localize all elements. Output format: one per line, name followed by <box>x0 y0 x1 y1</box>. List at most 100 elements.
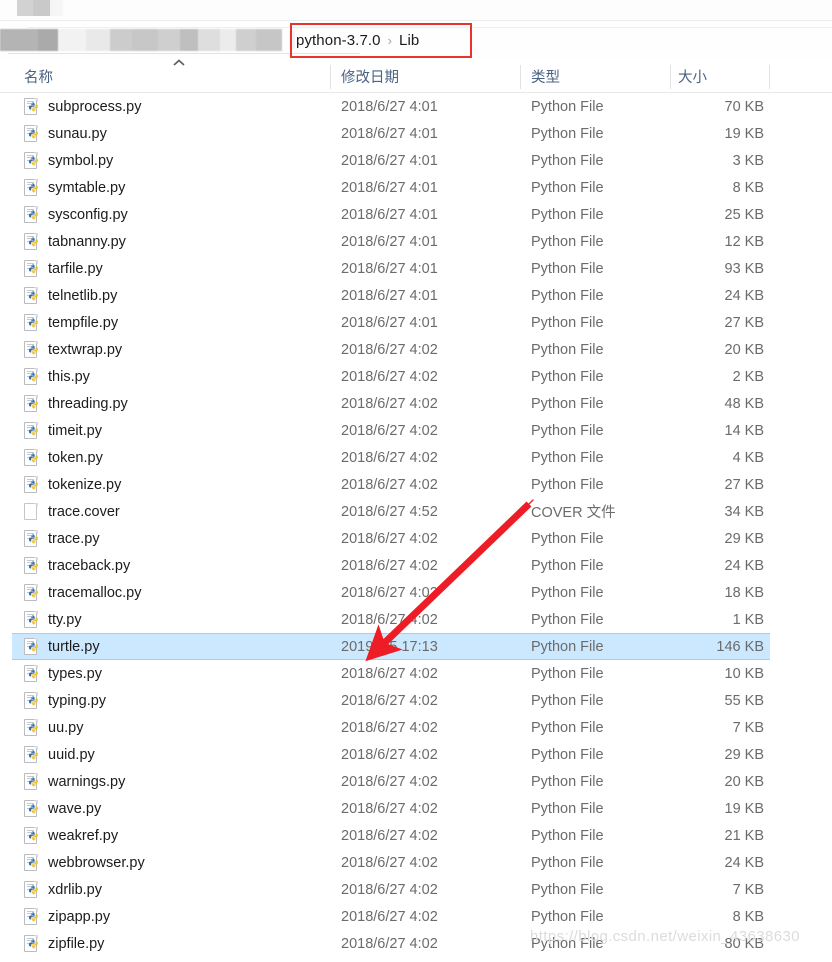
file-row[interactable]: timeit.py 2018/6/27 4:02 Python File 14 KB <box>0 417 832 444</box>
column-divider-3[interactable] <box>769 65 770 89</box>
file-name-cell[interactable]: turtle.py <box>24 633 100 660</box>
file-name-cell[interactable]: this.py <box>24 363 90 390</box>
file-row-selected[interactable]: turtle.py 2019/9/5 17:13 Python File 146 KB <box>0 633 832 660</box>
python-file-icon <box>24 529 39 548</box>
file-row[interactable]: tokenize.py 2018/6/27 4:02 Python File 27 K… <box>0 471 832 498</box>
file-size-cell: 2 KB <box>732 368 764 385</box>
file-row[interactable]: this.py 2018/6/27 4:02 Python File 2 KB <box>0 363 832 390</box>
file-name-cell[interactable]: telnetlib.py <box>24 282 117 309</box>
column-divider-2[interactable] <box>670 65 671 89</box>
file-row[interactable]: symtable.py 2018/6/27 4:01 Python File 8 KB <box>0 174 832 201</box>
file-type-cell: Python File <box>531 152 604 169</box>
file-type-cell: Python File <box>531 341 604 358</box>
file-row[interactable]: tracemalloc.py 2018/6/27 4:02 Python File 1… <box>0 579 832 606</box>
file-name-label: sunau.py <box>48 125 107 142</box>
file-row[interactable]: tty.py 2018/6/27 4:02 Python File 1 KB <box>0 606 832 633</box>
file-row[interactable]: weakref.py 2018/6/27 4:02 Python File 21 KB <box>0 822 832 849</box>
file-name-label: subprocess.py <box>48 98 142 115</box>
file-date-cell: 2018/6/27 4:02 <box>341 854 438 871</box>
file-name-cell[interactable]: tracemalloc.py <box>24 579 141 606</box>
file-date-cell: 2018/6/27 4:02 <box>341 395 438 412</box>
file-row[interactable]: trace.cover 2018/6/27 4:52 COVER 文件 34 KB <box>0 498 832 525</box>
file-row[interactable]: tabnanny.py 2018/6/27 4:01 Python File 12 K… <box>0 228 832 255</box>
file-name-cell[interactable]: uu.py <box>24 714 83 741</box>
file-type-cell: Python File <box>531 557 604 574</box>
file-type-cell: Python File <box>531 233 604 250</box>
file-size-cell: 7 KB <box>732 881 764 898</box>
python-file-icon <box>24 259 39 278</box>
file-row[interactable]: subprocess.py 2018/6/27 4:01 Python File 70… <box>0 93 832 120</box>
file-name-cell[interactable]: tty.py <box>24 606 82 633</box>
file-row[interactable]: webbrowser.py 2018/6/27 4:02 Python File 24… <box>0 849 832 876</box>
file-name-cell[interactable]: tabnanny.py <box>24 228 126 255</box>
file-name-cell[interactable]: tempfile.py <box>24 309 118 336</box>
file-row[interactable]: telnetlib.py 2018/6/27 4:01 Python File 24 … <box>0 282 832 309</box>
file-row[interactable]: traceback.py 2018/6/27 4:02 Python File 24 … <box>0 552 832 579</box>
file-row[interactable]: trace.py 2018/6/27 4:02 Python File 29 KB <box>0 525 832 552</box>
file-name-cell[interactable]: weakref.py <box>24 822 118 849</box>
file-row[interactable]: uu.py 2018/6/27 4:02 Python File 7 KB <box>0 714 832 741</box>
file-name-cell[interactable]: sysconfig.py <box>24 201 128 228</box>
file-name-cell[interactable]: uuid.py <box>24 741 95 768</box>
column-divider-1[interactable] <box>520 65 521 89</box>
file-name-cell[interactable]: subprocess.py <box>24 93 142 120</box>
python-file-icon <box>24 799 39 818</box>
file-name-cell[interactable]: tokenize.py <box>24 471 121 498</box>
file-row[interactable]: wave.py 2018/6/27 4:02 Python File 19 KB <box>0 795 832 822</box>
file-row[interactable]: warnings.py 2018/6/27 4:02 Python File 20 K… <box>0 768 832 795</box>
file-row[interactable]: threading.py 2018/6/27 4:02 Python File 48 … <box>0 390 832 417</box>
file-name-cell[interactable]: wave.py <box>24 795 101 822</box>
file-row[interactable]: types.py 2018/6/27 4:02 Python File 10 KB <box>0 660 832 687</box>
file-name-cell[interactable]: token.py <box>24 444 103 471</box>
file-name-cell[interactable]: types.py <box>24 660 102 687</box>
file-row[interactable]: token.py 2018/6/27 4:02 Python File 4 KB <box>0 444 832 471</box>
file-name-cell[interactable]: tarfile.py <box>24 255 103 282</box>
column-header-name[interactable]: 名称 <box>24 60 53 92</box>
file-date-cell: 2018/6/27 4:02 <box>341 530 438 547</box>
file-name-cell[interactable]: sunau.py <box>24 120 107 147</box>
file-row[interactable]: zipapp.py 2018/6/27 4:02 Python File 8 KB <box>0 903 832 930</box>
file-name-cell[interactable]: threading.py <box>24 390 128 417</box>
file-row[interactable]: textwrap.py 2018/6/27 4:02 Python File 20 K… <box>0 336 832 363</box>
file-type-cell: Python File <box>531 719 604 736</box>
file-date-cell: 2018/6/27 4:02 <box>341 827 438 844</box>
file-name-cell[interactable]: warnings.py <box>24 768 125 795</box>
column-header-date[interactable]: 修改日期 <box>341 60 399 92</box>
file-name-cell[interactable]: zipapp.py <box>24 903 110 930</box>
file-row[interactable]: tempfile.py 2018/6/27 4:01 Python File 27 K… <box>0 309 832 336</box>
file-date-cell: 2018/6/27 4:02 <box>341 800 438 817</box>
file-name-cell[interactable]: webbrowser.py <box>24 849 145 876</box>
file-row[interactable]: xdrlib.py 2018/6/27 4:02 Python File 7 KB <box>0 876 832 903</box>
file-row[interactable]: sysconfig.py 2018/6/27 4:01 Python File 25 … <box>0 201 832 228</box>
file-date-cell: 2018/6/27 4:02 <box>341 449 438 466</box>
file-name-cell[interactable]: xdrlib.py <box>24 876 102 903</box>
file-name-cell[interactable]: symtable.py <box>24 174 125 201</box>
file-name-cell[interactable]: symbol.py <box>24 147 113 174</box>
file-name-cell[interactable]: trace.py <box>24 525 100 552</box>
file-name-cell[interactable]: traceback.py <box>24 552 130 579</box>
python-file-icon <box>24 664 39 683</box>
file-row[interactable]: tarfile.py 2018/6/27 4:01 Python File 93 KB <box>0 255 832 282</box>
file-row[interactable]: uuid.py 2018/6/27 4:02 Python File 29 KB <box>0 741 832 768</box>
file-list[interactable]: subprocess.py 2018/6/27 4:01 Python File 70… <box>0 93 832 957</box>
column-header-type[interactable]: 类型 <box>531 60 560 92</box>
sort-ascending-icon[interactable] <box>172 58 186 68</box>
python-file-icon <box>24 718 39 737</box>
file-row[interactable]: sunau.py 2018/6/27 4:01 Python File 19 KB <box>0 120 832 147</box>
column-header-size[interactable]: 大小 <box>678 60 707 92</box>
file-size-cell: 29 KB <box>724 746 765 763</box>
file-name-cell[interactable]: timeit.py <box>24 417 102 444</box>
file-row[interactable]: symbol.py 2018/6/27 4:01 Python File 3 KB <box>0 147 832 174</box>
file-name-cell[interactable]: textwrap.py <box>24 336 122 363</box>
file-row[interactable]: typing.py 2018/6/27 4:02 Python File 55 KB <box>0 687 832 714</box>
python-file-icon <box>24 826 39 845</box>
file-name-cell[interactable]: typing.py <box>24 687 106 714</box>
column-divider-0[interactable] <box>330 65 331 89</box>
file-size-cell: 24 KB <box>724 854 765 871</box>
file-name-label: textwrap.py <box>48 341 123 358</box>
file-size-cell: 25 KB <box>724 206 765 223</box>
file-name-label: turtle.py <box>48 638 100 655</box>
file-type-cell: Python File <box>531 827 604 844</box>
file-name-cell[interactable]: trace.cover <box>24 498 120 525</box>
file-name-cell[interactable]: zipfile.py <box>24 930 104 957</box>
